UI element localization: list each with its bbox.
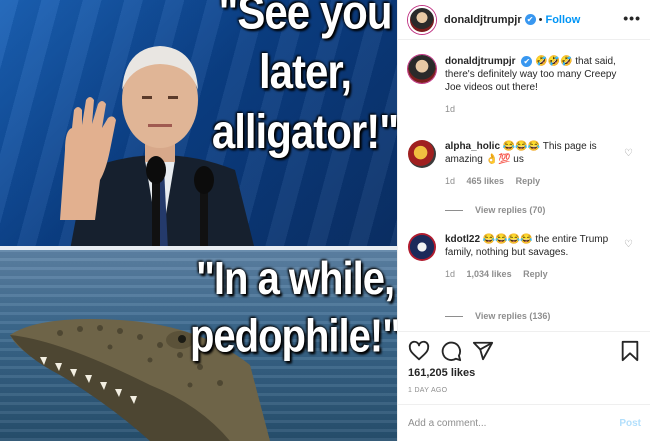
comment-body: alpha_holic 😂😂😂 This page is amazing 👌💯 … [445, 140, 625, 188]
bookmark-icon[interactable] [619, 340, 641, 362]
comment-likes[interactable]: 465 likes [467, 176, 505, 186]
instagram-post: "See you later, alligator!" "In a while,… [0, 0, 650, 441]
meme-caption-top: "See you later, alligator!" [211, 0, 397, 159]
view-replies-label: View replies (136) [475, 311, 551, 321]
header-separator: • [538, 13, 543, 26]
header-username[interactable]: donaldjtrumpjr [444, 14, 522, 26]
action-icons [408, 340, 494, 364]
view-replies-button[interactable]: View replies (70) [445, 205, 545, 215]
heart-icon[interactable]: ♡ [624, 239, 633, 250]
comment-body: kdotl22 😂😂😂😂 the entire Trump family, no… [445, 233, 625, 281]
reply-button[interactable]: Reply [523, 269, 548, 279]
verified-badge-icon: ✔ [524, 14, 536, 25]
comment-time[interactable]: 1d [445, 269, 455, 279]
comment-likes[interactable]: 1,034 likes [467, 269, 512, 279]
avatar[interactable] [408, 55, 436, 83]
likes-count[interactable]: 161,205 likes [408, 367, 475, 379]
replies-line [445, 209, 463, 211]
comment-username[interactable]: kdotl22 [445, 234, 480, 245]
posted-time[interactable]: 1 DAY AGO [408, 387, 447, 394]
comment-input[interactable] [408, 417, 598, 429]
verified-badge-icon: ✔ [521, 56, 533, 67]
comment-time[interactable]: 1d [445, 176, 455, 186]
heart-icon[interactable]: ♡ [624, 148, 633, 159]
comment-meta: 1d 465 likes Reply [445, 175, 625, 188]
comments-list[interactable]: donaldjtrumpjr ✔ 🤣🤣🤣 that said, there's … [398, 41, 650, 331]
caption-body: donaldjtrumpjr ✔ 🤣🤣🤣 that said, there's … [445, 55, 625, 116]
avatar[interactable] [408, 5, 436, 34]
post-button[interactable]: Post [619, 418, 641, 429]
caption-time[interactable]: 1d [445, 104, 455, 114]
post-image[interactable]: "See you later, alligator!" "In a while,… [0, 0, 397, 441]
view-replies-button[interactable]: View replies (136) [445, 311, 550, 321]
heart-icon[interactable] [408, 340, 430, 362]
add-comment-bar: Post [398, 404, 650, 441]
replies-line [445, 315, 463, 317]
comment-meta: 1d 1,034 likes Reply [445, 268, 625, 281]
comment-username[interactable]: alpha_holic [445, 141, 500, 152]
share-icon[interactable] [472, 340, 494, 362]
meme-caption-bottom: "In a while, pedophile!" [190, 253, 397, 363]
more-options-icon[interactable]: ••• [623, 10, 641, 26]
post-header: donaldjtrumpjr ✔ • Follow ••• [398, 0, 650, 40]
meme-panel-top: "See you later, alligator!" [0, 0, 397, 248]
avatar[interactable] [408, 233, 436, 261]
post-actions: 161,205 likes 1 DAY AGO [398, 331, 650, 404]
avatar[interactable] [408, 140, 436, 168]
caption-meta: 1d [445, 103, 625, 116]
view-replies-label: View replies (70) [475, 205, 546, 215]
reply-button[interactable]: Reply [516, 176, 541, 186]
follow-button[interactable]: Follow [545, 14, 580, 26]
caption-username[interactable]: donaldjtrumpjr [445, 56, 516, 67]
post-sidebar: donaldjtrumpjr ✔ • Follow ••• donaldjtru… [397, 0, 650, 441]
comment-icon[interactable] [440, 340, 462, 362]
